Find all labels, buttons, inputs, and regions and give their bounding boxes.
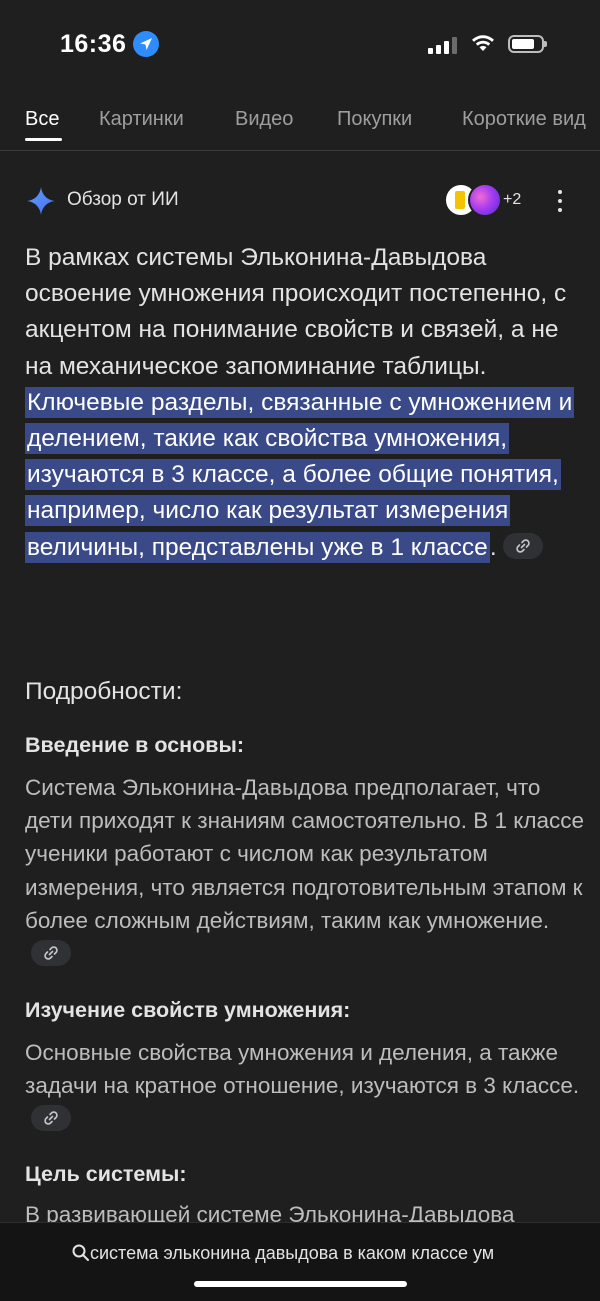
link-icon	[515, 539, 530, 553]
section-text-properties-body: Основные свойства умножения и деления, а…	[25, 1040, 580, 1099]
wifi-icon	[470, 33, 496, 58]
tab-images[interactable]: Картинки	[99, 108, 184, 131]
tab-videos[interactable]: Видео	[235, 108, 293, 131]
section-title-properties: Изучение свойств умножения:	[25, 998, 351, 1022]
battery-icon	[508, 35, 547, 53]
section-text-intro: Система Эльконина-Давыдова предполагает,…	[25, 771, 585, 970]
bottom-search-bar[interactable]: система эльконина давыдова в каком класс…	[0, 1222, 600, 1301]
source-link-button[interactable]	[502, 533, 543, 560]
ai-overview-summary: В рамках системы Эльконина-Давыдова осво…	[25, 240, 580, 566]
more-sources-count[interactable]: +2	[503, 191, 521, 209]
source-link-button[interactable]	[31, 940, 71, 967]
summary-end: .	[489, 533, 497, 561]
ai-overview-header: Обзор от ИИ +2	[0, 178, 600, 222]
link-icon	[44, 946, 58, 960]
source-avatars[interactable]	[444, 183, 502, 217]
tab-short-videos[interactable]: Короткие вид	[462, 108, 586, 131]
details-heading: Подробности:	[25, 678, 183, 705]
gemini-spark-icon	[26, 186, 56, 221]
status-time: 16:36	[60, 30, 127, 58]
more-options-icon[interactable]	[552, 188, 568, 214]
section-text-intro-body: Система Эльконина-Давыдова предполагает,…	[25, 775, 585, 933]
ai-overview-title: Обзор от ИИ	[67, 189, 179, 210]
link-icon	[44, 1111, 58, 1126]
signal-icon	[428, 36, 462, 54]
summary-text: В рамках системы Эльконина-Давыдова осво…	[25, 244, 567, 380]
tab-all[interactable]: Все	[25, 108, 59, 131]
search-tabs: Все Картинки Видео Покупки Короткие вид	[0, 90, 600, 151]
section-text-properties: Основные свойства умножения и деления, а…	[25, 1036, 585, 1136]
active-tab-indicator	[25, 138, 62, 141]
search-query-text[interactable]: система эльконина давыдова в каком класс…	[90, 1243, 530, 1264]
section-title-goal: Цель системы:	[25, 1162, 187, 1186]
home-indicator[interactable]	[194, 1281, 407, 1287]
source-link-button[interactable]	[31, 1105, 71, 1132]
search-icon	[72, 1243, 90, 1268]
tab-shopping[interactable]: Покупки	[337, 108, 412, 131]
source-avatar-2[interactable]	[468, 183, 502, 217]
status-bar: 16:36	[0, 0, 600, 90]
section-title-intro: Введение в основы:	[25, 733, 245, 757]
location-arrow-icon	[133, 31, 159, 57]
